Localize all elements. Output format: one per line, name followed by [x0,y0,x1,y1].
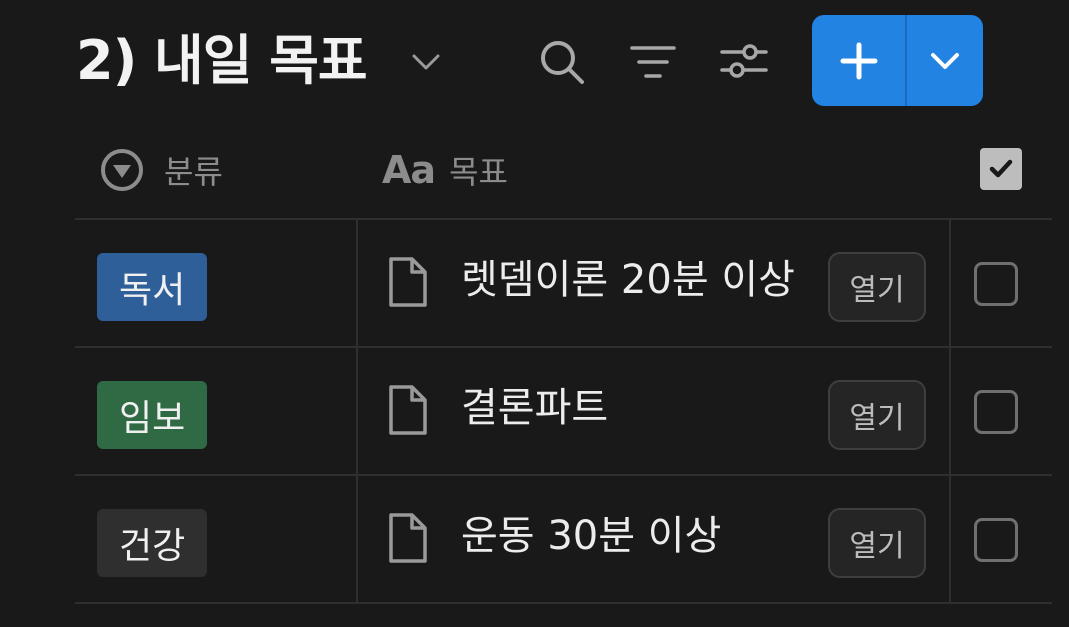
database-view: 2) 내일 목표 분류 Aa 목표 독서 렛뎀이론 20분 이상 열기 임보 결… [0,0,1069,627]
page-icon [389,385,427,435]
sort-icon[interactable] [628,40,678,84]
done-checkbox[interactable] [974,390,1018,434]
goal-title[interactable]: 렛뎀이론 20분 이상 [461,250,795,310]
done-checkbox[interactable] [974,262,1018,306]
goal-title[interactable]: 결론파트 [461,378,608,438]
column-label-category: 분류 [164,153,223,191]
page-icon [389,257,427,307]
select-icon [101,149,143,191]
settings-sliders-icon[interactable] [718,38,770,84]
view-title[interactable]: 2) 내일 목표 [76,26,368,96]
plus-icon [840,42,877,79]
category-tag[interactable]: 임보 [97,381,208,449]
table-row[interactable]: 독서 렛뎀이론 20분 이상 열기 [75,220,1052,348]
done-checkbox[interactable] [974,518,1018,562]
search-icon[interactable] [536,36,588,88]
category-tag[interactable]: 건강 [97,509,208,577]
category-tag[interactable]: 독서 [97,253,208,321]
column-header-goal[interactable]: Aa 목표 [382,140,508,200]
text-property-icon: Aa [382,148,436,192]
checkbox-icon [989,159,1013,178]
new-options-dropdown[interactable] [907,15,983,106]
goal-title[interactable]: 운동 30분 이상 [461,506,721,566]
new-entry-button[interactable] [812,15,983,106]
column-label-goal: 목표 [449,153,508,191]
add-button[interactable] [812,15,905,106]
open-button[interactable]: 열기 [828,380,926,450]
column-header-category[interactable]: 분류 [100,140,223,200]
table-row[interactable]: 건강 운동 30분 이상 열기 [75,476,1052,604]
page-icon [389,513,427,563]
chevron-down-icon[interactable] [408,48,444,76]
open-button[interactable]: 열기 [828,252,926,322]
table-row[interactable]: 임보 결론파트 열기 [75,348,1052,476]
open-button[interactable]: 열기 [828,508,926,578]
chevron-down-icon [931,52,959,69]
column-header-done[interactable] [980,148,1022,190]
